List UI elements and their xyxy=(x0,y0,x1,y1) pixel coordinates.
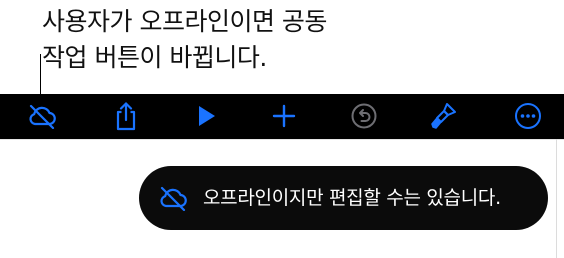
format-brush-icon xyxy=(431,103,456,129)
undo-icon xyxy=(351,103,377,129)
share-icon xyxy=(116,102,136,131)
callout-text: 사용자가 오프라인이면 공동 작업 버튼이 바뀝니다. xyxy=(42,4,502,76)
cloud-offline-icon xyxy=(29,104,56,129)
offline-toast: 오프라인이지만 편집할 수는 있습니다. xyxy=(139,166,548,230)
callout-line-1: 사용자가 오프라인이면 공동 xyxy=(42,7,327,36)
more-icon xyxy=(515,103,541,129)
play-icon xyxy=(199,106,215,126)
add-button[interactable] xyxy=(268,100,300,132)
format-button[interactable] xyxy=(428,100,460,132)
toolbar xyxy=(0,94,564,139)
cloud-offline-icon xyxy=(160,186,187,211)
collaboration-button[interactable] xyxy=(26,100,58,132)
play-button[interactable] xyxy=(190,100,222,132)
callout-line-2: 작업 버튼이 바뀝니다. xyxy=(42,43,267,72)
canvas-edge xyxy=(556,139,557,258)
more-button[interactable] xyxy=(512,100,544,132)
undo-button[interactable] xyxy=(348,100,380,132)
share-button[interactable] xyxy=(110,100,142,132)
toast-message: 오프라인이지만 편집할 수는 있습니다. xyxy=(203,187,501,209)
add-icon xyxy=(272,104,296,128)
screen: 사용자가 오프라인이면 공동 작업 버튼이 바뀝니다. 오프라인이지만 편집할 … xyxy=(0,0,564,258)
